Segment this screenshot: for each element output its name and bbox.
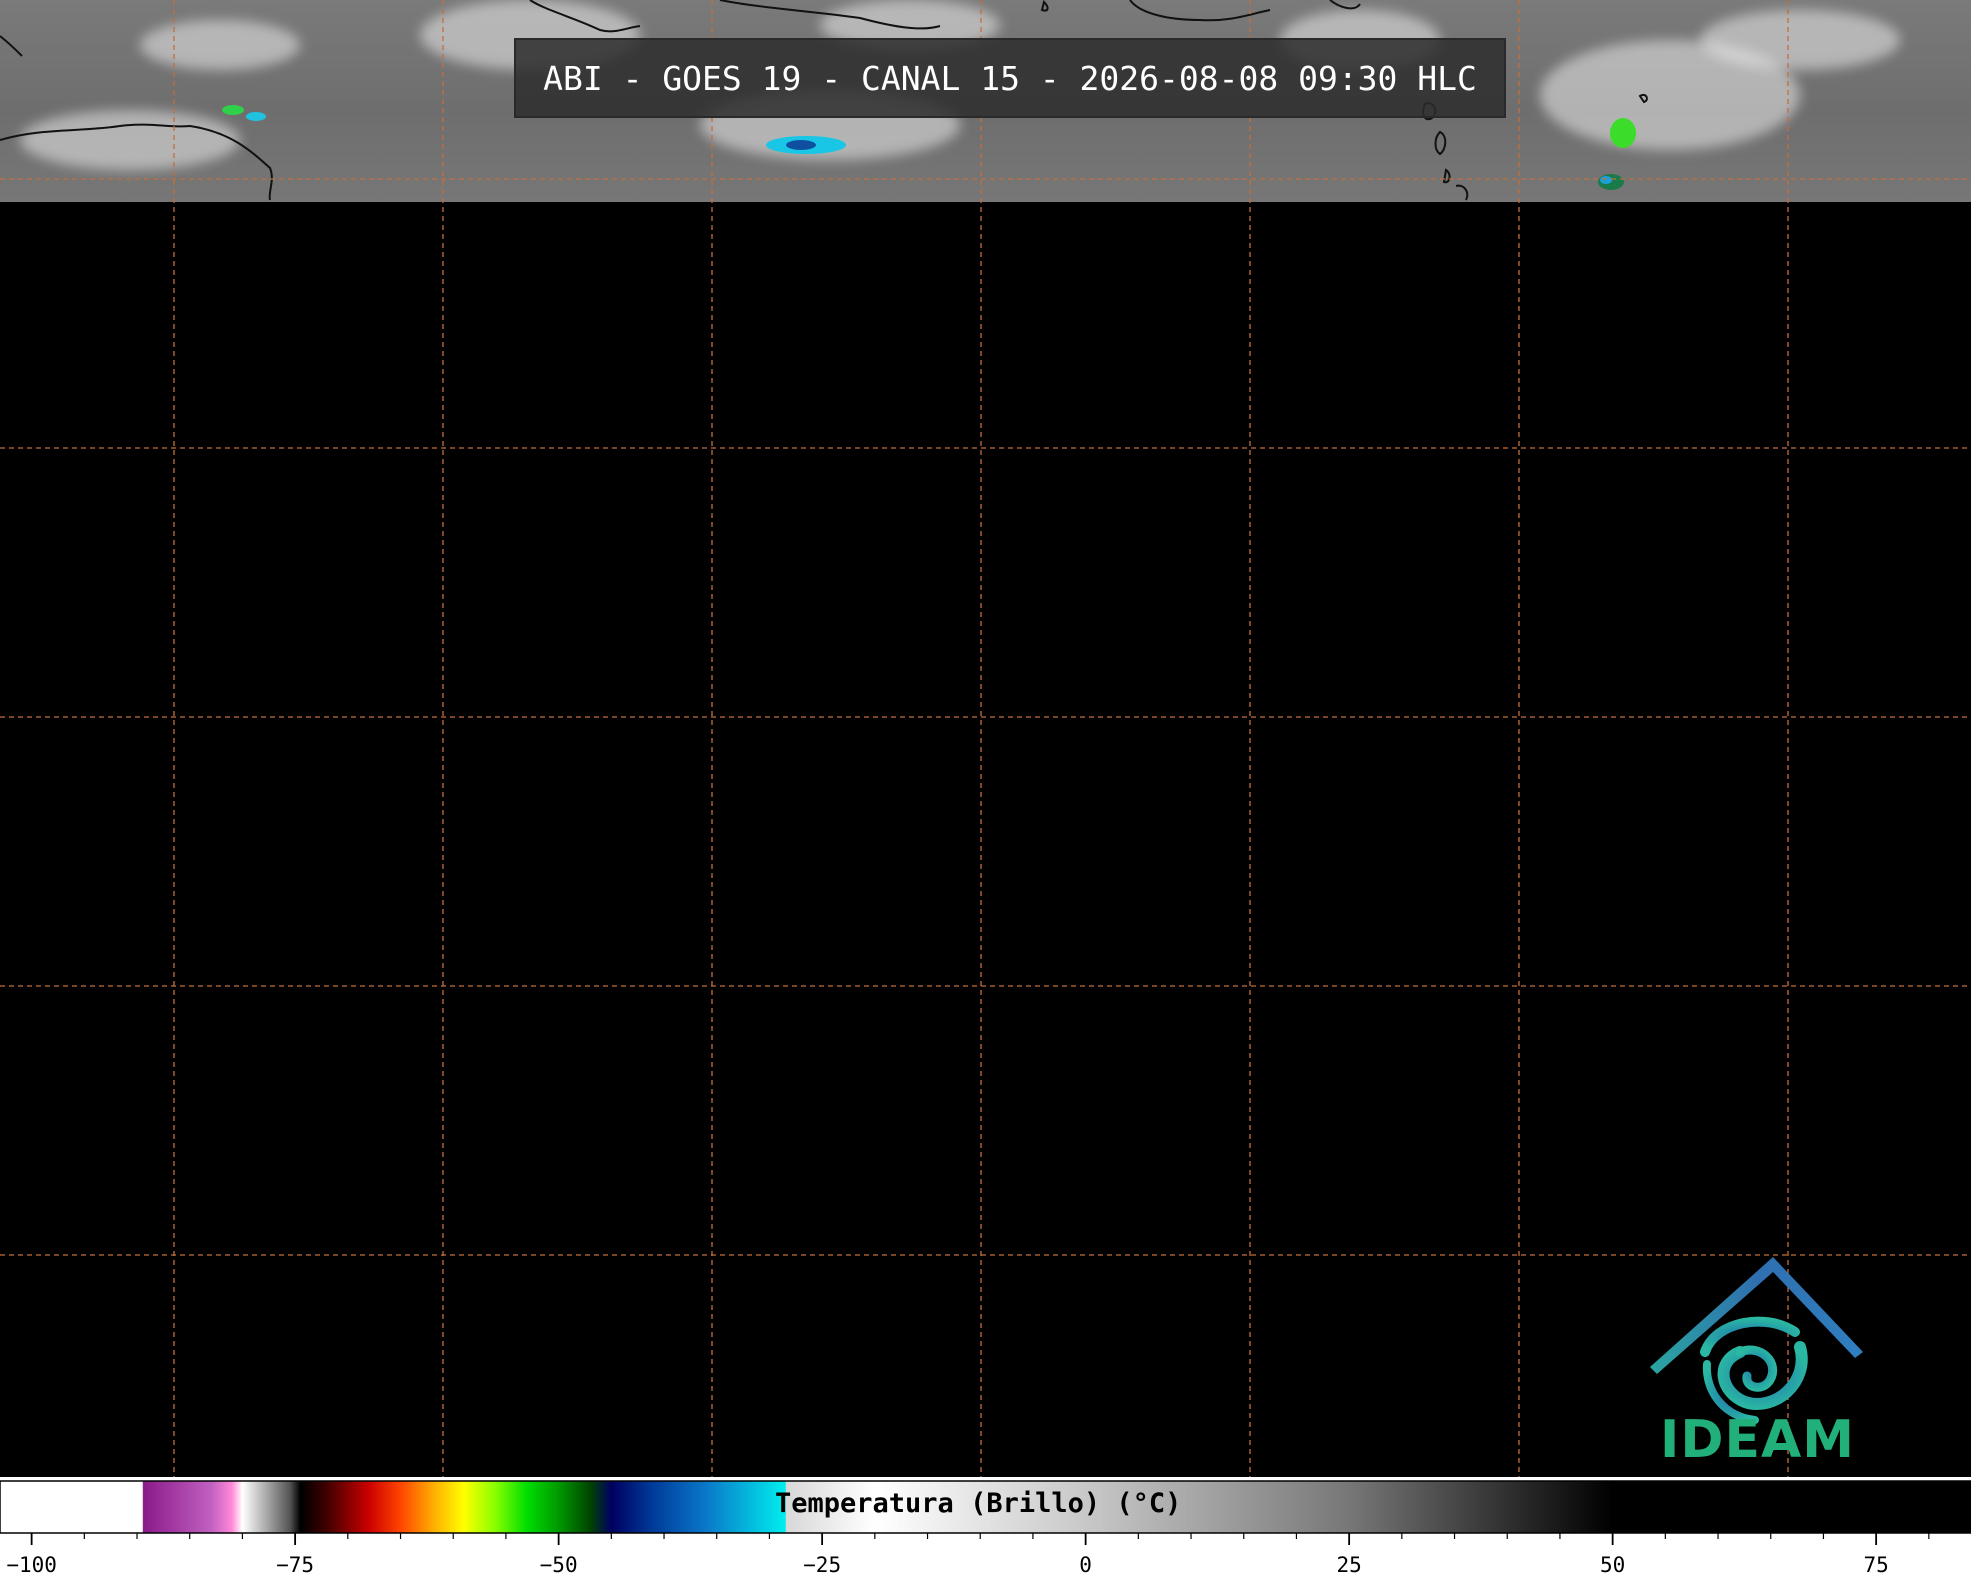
colorbar-tick-label: −75 (276, 1553, 314, 1577)
logo-text: IDEAM (1659, 1410, 1856, 1470)
colorbar-tick-label: 0 (1079, 1553, 1092, 1577)
title-banner: ABI - GOES 19 - CANAL 15 - 2026-08-08 09… (514, 38, 1506, 118)
roof-icon (1650, 1257, 1863, 1374)
colorbar-tick-label: 25 (1336, 1553, 1361, 1577)
colorbar-label: Temperatura (Brillo) (°C) (775, 1488, 1182, 1519)
colorbar-tick-label: 75 (1863, 1553, 1888, 1577)
satellite-image: ABI - GOES 19 - CANAL 15 - 2026-08-08 09… (0, 0, 1971, 1477)
colorbar-tick-label: 50 (1600, 1553, 1625, 1577)
image-title: ABI - GOES 19 - CANAL 15 - 2026-08-08 09… (543, 58, 1477, 98)
swirl-icon (1700, 1316, 1808, 1424)
colorbar-tick-label: −25 (803, 1553, 841, 1577)
colorbar-tick-label: −50 (540, 1553, 578, 1577)
colorbar-tick-label: −100 (6, 1553, 57, 1577)
